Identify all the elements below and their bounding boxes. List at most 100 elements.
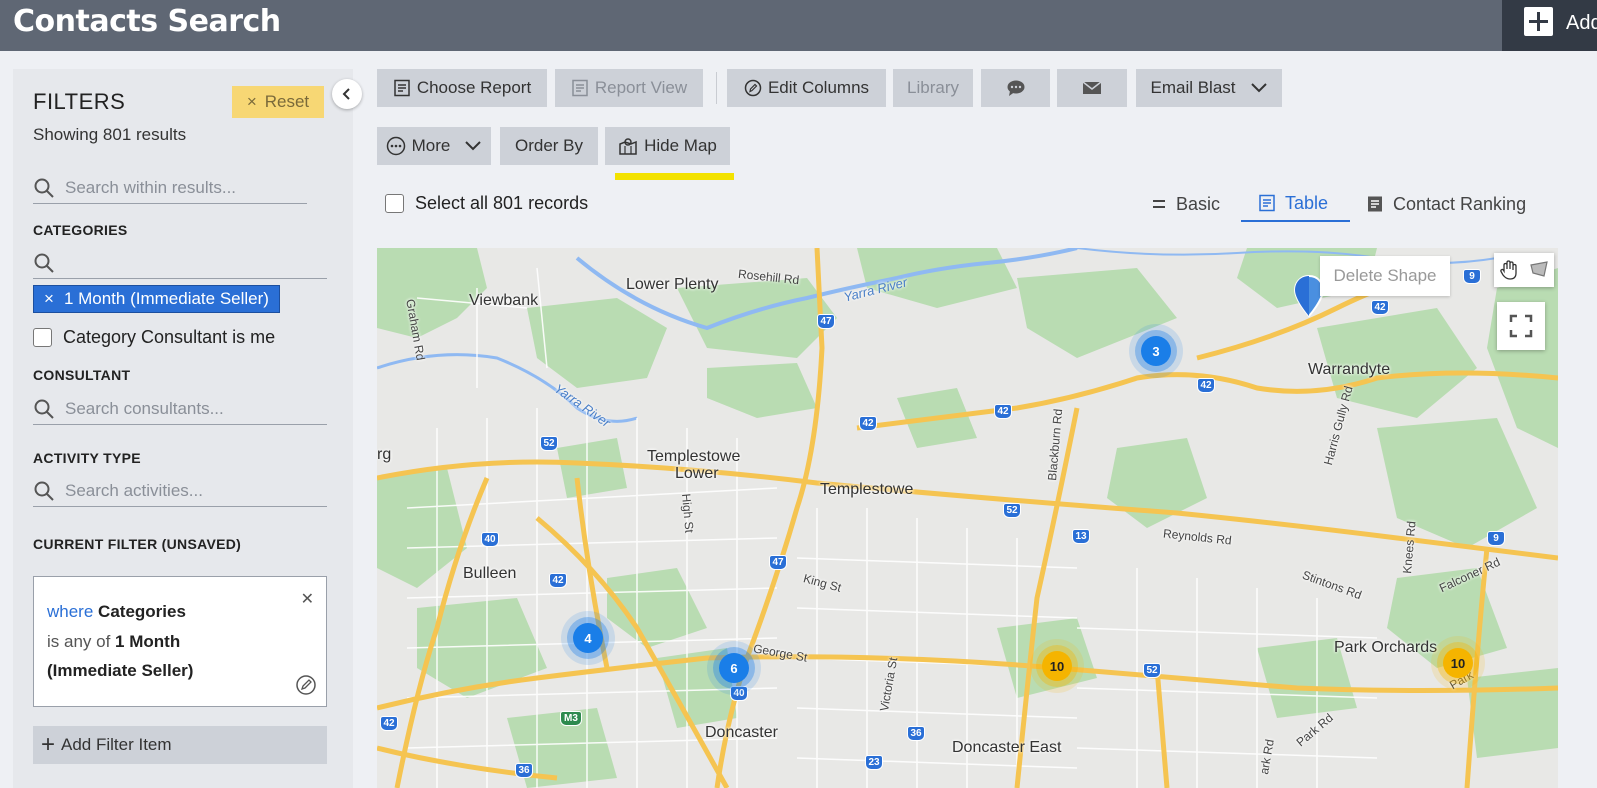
road-shield: 42 [994,404,1012,419]
map-cluster[interactable]: 3 [1141,336,1171,366]
search-icon [34,253,54,273]
categories-search-input[interactable] [63,251,327,274]
page-title: Contacts Search [13,4,281,39]
results-count: Showing 801 results [33,125,187,144]
map-cluster[interactable]: 10 [1443,648,1473,678]
email-blast-dropdown[interactable]: Email Blast [1136,69,1282,107]
road-shield: 40 [481,532,499,547]
chat-bubble-icon [1007,80,1024,96]
map-cluster[interactable]: 10 [1042,651,1072,681]
filters-sidebar: FILTERS × Reset Showing 801 results CATE… [13,69,362,788]
select-all-label: Select all 801 records [415,193,589,213]
current-filter-label: CURRENT FILTER (UNSAVED) [33,536,242,552]
activity-search-input[interactable] [63,479,327,502]
chevron-down-icon [465,141,482,151]
map-label-templestowe: Templestowe [820,481,914,498]
reset-label: Reset [264,92,310,111]
road-shield: 47 [769,555,787,570]
more-dropdown[interactable]: More [377,127,491,165]
report-view-button[interactable]: Report View [555,69,703,107]
search-results-field [33,172,307,204]
filter-operator: is any of [47,632,111,651]
email-button[interactable] [1057,69,1127,107]
road-shield: 47 [817,314,835,329]
add-button[interactable]: Add [1502,0,1597,51]
tab-basic[interactable]: Basic [1151,186,1220,222]
more-label: More [411,136,451,155]
delete-shape-button[interactable]: Delete Shape [1320,256,1450,296]
map-cluster[interactable]: 6 [719,653,749,683]
choose-report-button[interactable]: Choose Report [377,69,547,107]
equals-icon [1153,200,1165,208]
road-shield: 42 [859,416,877,431]
activity-search-field [33,475,327,507]
map-label-warrandyte: Warrandyte [1308,361,1391,378]
chevron-down-icon [1250,83,1267,93]
hand-icon[interactable] [1498,259,1520,281]
hide-map-label: Hide Map [644,136,717,155]
road-shield: 42 [380,716,398,731]
map-label-lower-plenty: Lower Plenty [626,276,719,293]
order-by-label: Order By [514,136,584,155]
map-label-templestowe-lower-2: Lower [675,465,719,482]
filter-where: where [47,602,94,621]
polygon-icon[interactable] [1528,259,1550,281]
highlight-mark [615,173,734,180]
tab-table[interactable]: Table [1241,186,1350,222]
map-cluster[interactable]: 4 [573,623,603,653]
map-label-doncaster-east: Doncaster East [952,739,1062,756]
envelope-icon [1082,81,1102,94]
select-all-row[interactable]: Select all 801 records [385,193,588,214]
fullscreen-button[interactable] [1497,302,1545,350]
collapse-sidebar-button[interactable] [332,79,362,109]
filter-value-1: 1 Month [115,632,181,651]
search-results-input[interactable] [63,176,307,199]
library-label: Library [907,78,959,97]
filter-where-line: where Categories [47,602,186,622]
map-view[interactable]: Lower Plenty Viewbank Templestowe Lower … [377,248,1558,788]
reset-button[interactable]: × Reset [232,86,324,118]
top-bar: Contacts Search Add [0,0,1597,51]
map-base-layer [377,248,1558,788]
hide-map-button[interactable]: Hide Map [605,127,730,165]
report-view-label: Report View [594,78,688,97]
more-dots-icon [386,136,405,156]
map-label-viewbank: Viewbank [469,292,539,309]
library-button[interactable]: Library [893,69,973,107]
road-shield: 52 [1003,503,1021,518]
close-icon[interactable]: ✕ [301,589,314,609]
consultant-search-field [33,393,327,425]
edit-icon [744,79,762,97]
map-label-park-orchards: Park Orchards [1334,639,1438,656]
fullscreen-icon [1509,314,1533,338]
add-filter-item-button[interactable]: + Add Filter Item [33,726,327,764]
category-chip[interactable]: × 1 Month (Immediate Seller) [33,285,280,313]
filter-field: Categories [98,602,186,621]
comment-button[interactable] [981,69,1050,107]
road-shield: 40 [730,686,748,701]
add-label: Add [1566,12,1597,34]
map-icon [619,138,637,155]
ranking-icon [1368,196,1382,212]
category-consultant-checkbox-row[interactable]: Category Consultant is me [33,327,275,348]
edit-icon[interactable] [295,674,317,696]
road-shield: 52 [540,436,558,451]
activity-type-label: ACTIVITY TYPE [33,450,141,466]
road-shield: 23 [865,755,883,770]
select-all-checkbox[interactable] [385,194,404,213]
chip-close-icon[interactable]: × [44,289,54,309]
order-by-button[interactable]: Order By [500,127,598,165]
road-shield: 13 [1072,529,1090,544]
edit-columns-button[interactable]: Edit Columns [727,69,886,107]
tab-basic-label: Basic [1176,193,1221,214]
filter-value-2: (Immediate Seller) [47,661,194,680]
report-icon [572,79,588,97]
consultant-search-input[interactable] [63,397,327,420]
map-label-edge: rg [377,446,392,463]
categories-label: CATEGORIES [33,222,128,238]
filters-title: FILTERS [33,89,126,114]
tab-contact-ranking[interactable]: Contact Ranking [1366,186,1526,222]
plus-icon: + [41,731,56,758]
road-shield: 36 [515,763,533,778]
category-consultant-checkbox[interactable] [33,328,52,347]
